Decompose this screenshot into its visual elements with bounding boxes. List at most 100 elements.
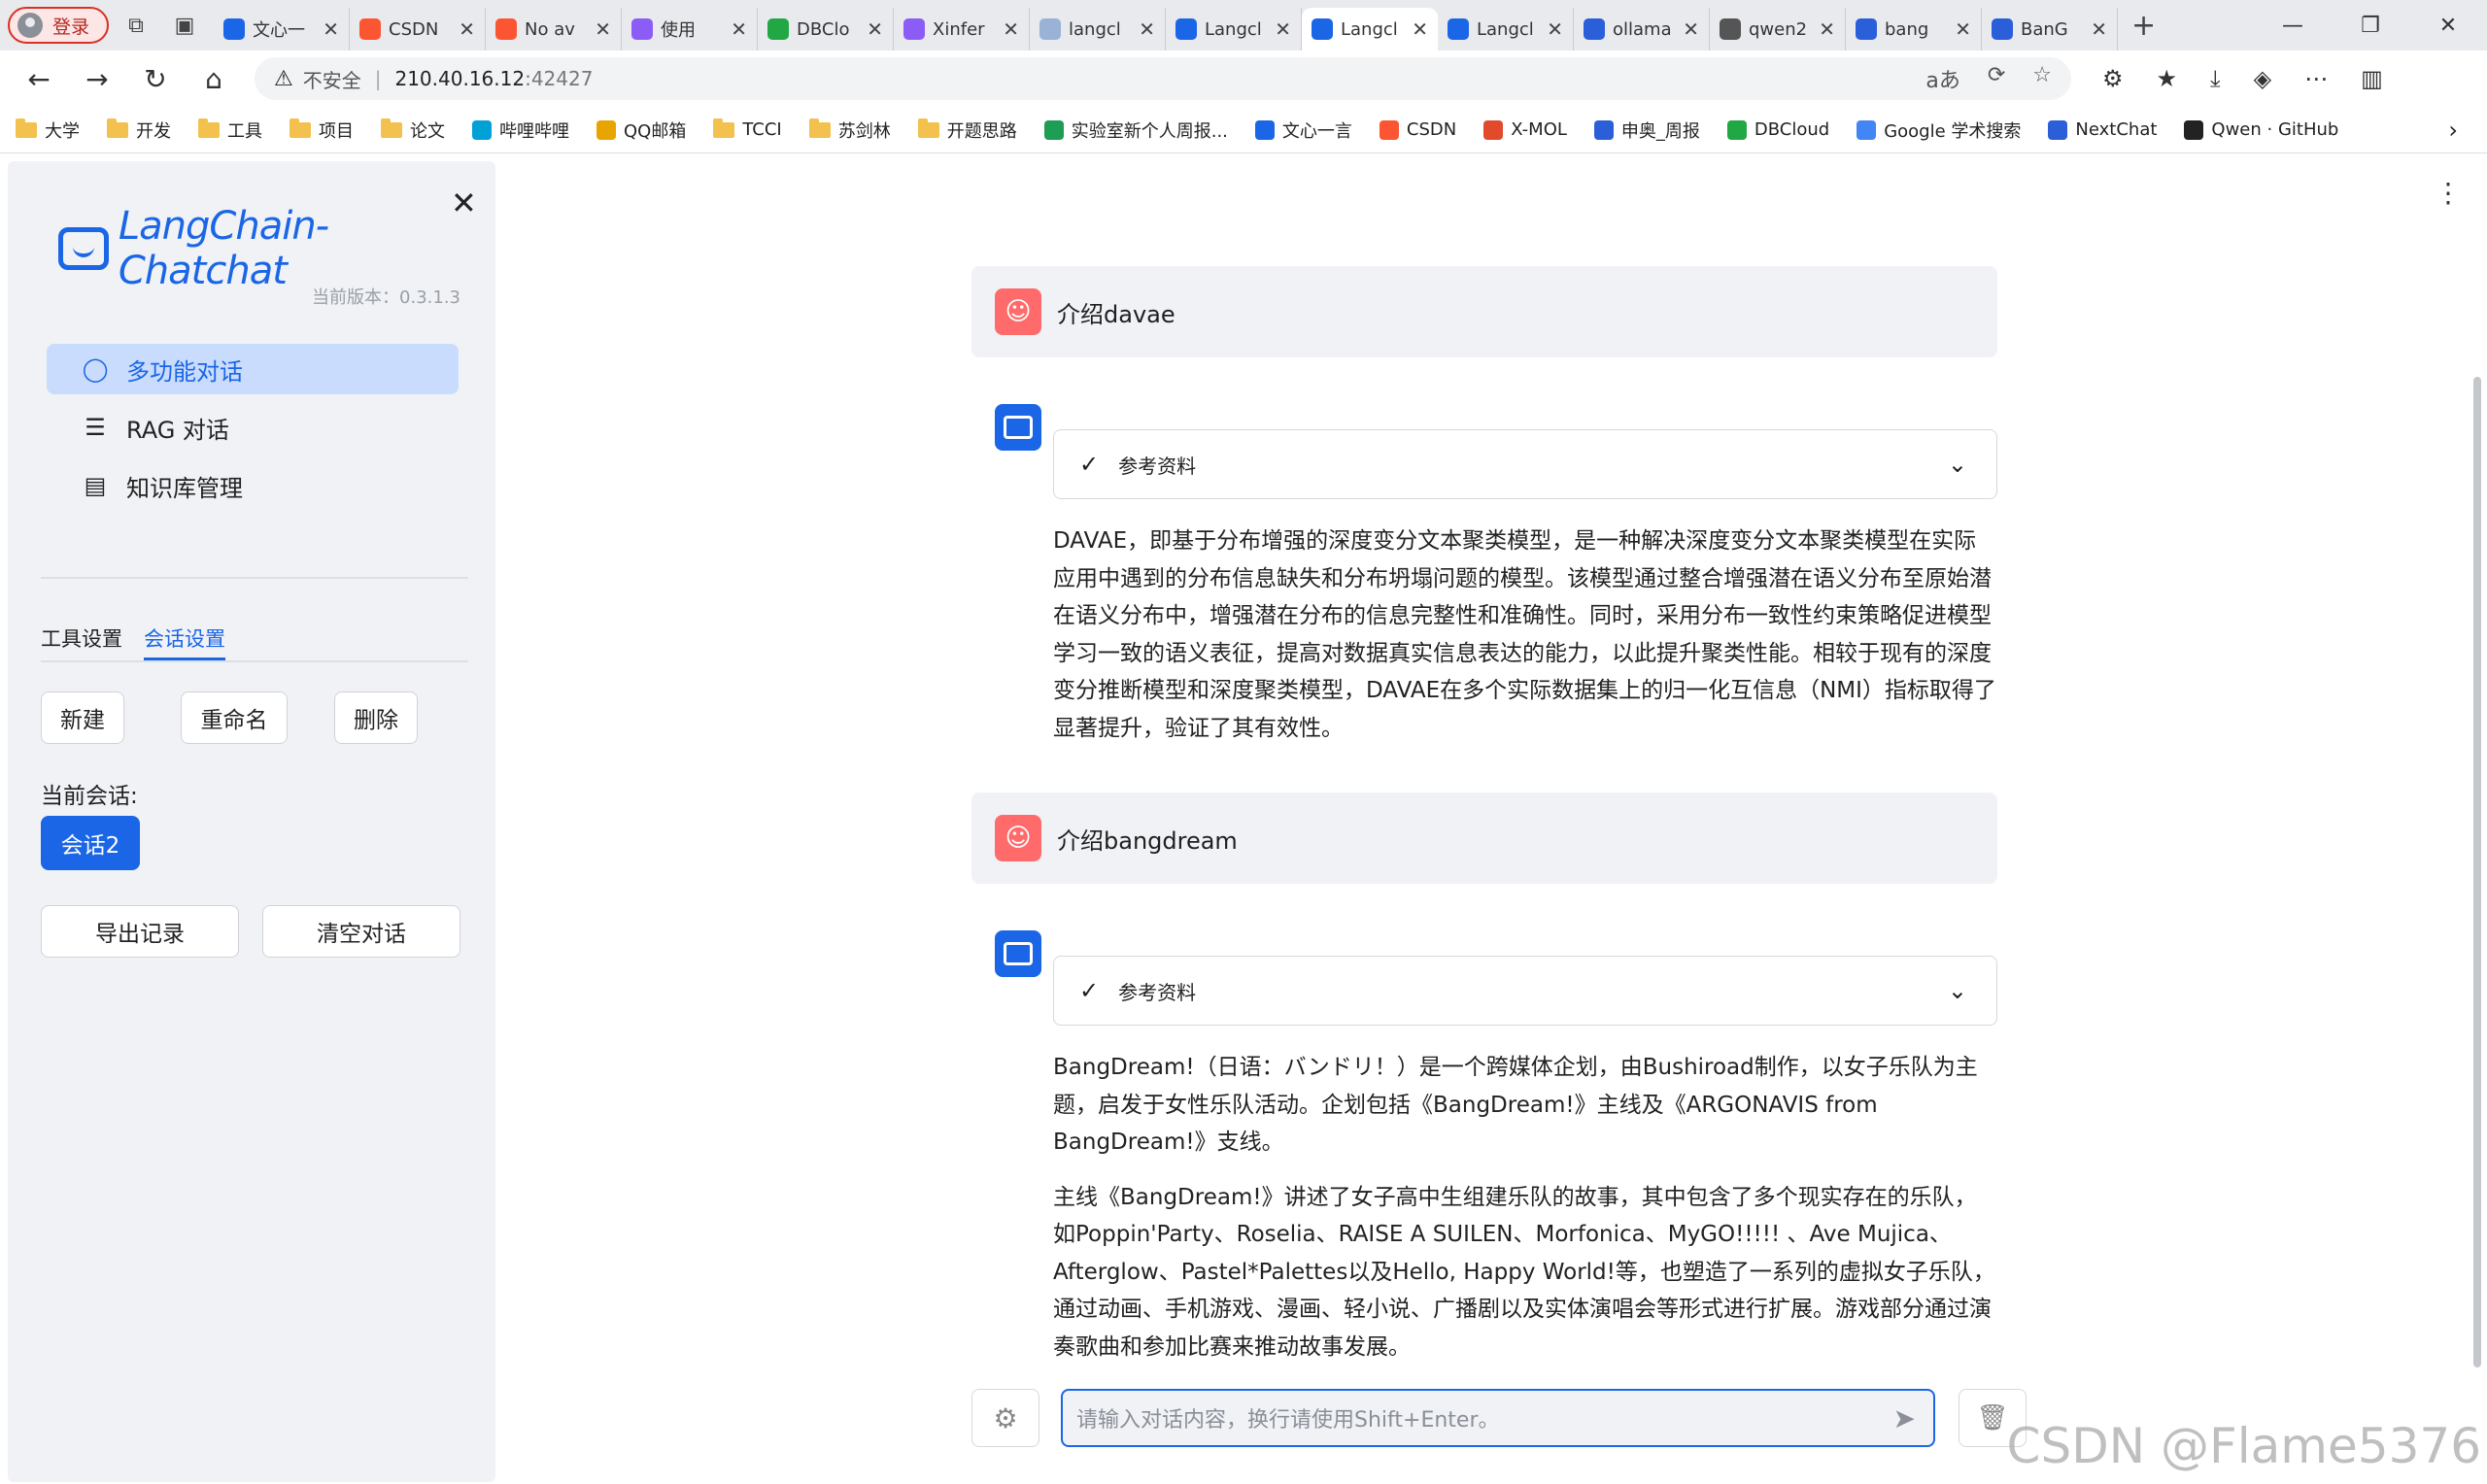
close-tab-icon[interactable]: ✕ — [1003, 17, 1019, 41]
browser-tab[interactable]: 文心一 ✕ — [214, 8, 350, 51]
close-tab-icon[interactable]: ✕ — [459, 17, 475, 41]
close-tab-icon[interactable]: ✕ — [1955, 17, 1971, 41]
references-expander[interactable]: ✓ 参考资料 ⌄ — [1053, 429, 1997, 499]
folder-icon — [917, 118, 939, 138]
bookmark-item[interactable]: Qwen · GitHub — [2184, 119, 2338, 140]
bookmark-item[interactable]: 文心一言 — [1254, 118, 1352, 143]
close-tab-icon[interactable]: ✕ — [323, 17, 339, 41]
delete-session-button[interactable]: 删除 — [334, 691, 418, 744]
bookmark-item[interactable]: 项目 — [290, 118, 354, 143]
bookmark-item[interactable]: 哔哩哔哩 — [472, 118, 569, 143]
bookmark-item[interactable]: TCCI — [713, 118, 782, 140]
browser-tab[interactable]: langcl ✕ — [1030, 8, 1166, 51]
bookmark-item[interactable]: 实验室新个人周报... — [1043, 118, 1228, 143]
bookmark-item[interactable]: 开题思路 — [917, 118, 1017, 143]
browser-tab[interactable]: Langcl ✕ — [1302, 8, 1438, 51]
bookmark-item[interactable]: 开发 — [107, 118, 171, 143]
close-tab-icon[interactable]: ✕ — [595, 17, 611, 41]
restore-icon[interactable]: ❐ — [2332, 0, 2409, 51]
back-icon[interactable]: ← — [10, 51, 68, 107]
more-bookmarks-icon[interactable]: › — [2448, 117, 2458, 144]
close-tab-icon[interactable]: ✕ — [731, 17, 747, 41]
tab-title: No av — [525, 18, 575, 40]
bookmark-item[interactable]: 工具 — [198, 118, 262, 143]
bookmark-item[interactable]: CSDN — [1379, 119, 1456, 140]
minimize-icon[interactable]: — — [2254, 0, 2332, 51]
browser-tab[interactable]: CSDN ✕ — [350, 8, 486, 51]
url-field[interactable]: ⚠ 不安全 | 210.40.16.12 :42427 aあ ⟳ ☆ — [255, 57, 2071, 100]
clear-chat-button[interactable]: 清空对话 — [262, 905, 460, 958]
folder-icon — [107, 118, 128, 138]
logo-text: LangChain-Chatchat — [118, 204, 329, 293]
browser-tab[interactable]: Langcl ✕ — [1166, 8, 1302, 51]
folder-icon — [16, 118, 37, 138]
bookmark-label: Google 学术搜索 — [1884, 120, 2022, 142]
sidebar-menu-item[interactable]: ☰ RAG 对话 — [47, 402, 459, 453]
close-tab-icon[interactable]: ✕ — [867, 17, 883, 41]
sidebar-menu-item[interactable]: ▤ 知识库管理 — [47, 460, 459, 511]
export-button[interactable]: 导出记录 — [41, 905, 239, 958]
tab-favicon-icon — [495, 18, 517, 40]
browser-tab[interactable]: DBClo ✕ — [758, 8, 894, 51]
bookmark-favicon-icon — [1254, 119, 1275, 140]
browser-tab[interactable]: Xinfer ✕ — [894, 8, 1030, 51]
close-tab-icon[interactable]: ✕ — [2091, 17, 2107, 41]
read-aloud-icon[interactable]: aあ — [1925, 63, 1959, 94]
tab-tool-settings[interactable]: 工具设置 — [41, 624, 122, 660]
close-window-icon[interactable]: ✕ — [2409, 0, 2487, 51]
session-item[interactable]: 会话2 — [41, 816, 140, 870]
bookmark-item[interactable]: DBCloud — [1726, 119, 1829, 140]
close-tab-icon[interactable]: ✕ — [1683, 17, 1699, 41]
tab-actions-icon[interactable]: ▣ — [163, 4, 206, 47]
rename-session-button[interactable]: 重命名 — [181, 691, 288, 744]
browser-tab[interactable]: Langcl ✕ — [1438, 8, 1574, 51]
favorites-icon[interactable]: ★ — [2157, 65, 2178, 92]
profile-button[interactable]: 登录 — [8, 7, 109, 44]
bookmark-item[interactable]: X-MOL — [1483, 119, 1567, 140]
collections-icon[interactable]: ⧉ — [115, 4, 157, 47]
sidebar-toggle-icon[interactable]: ▥ — [2361, 65, 2383, 92]
browser-tab[interactable]: BanG ✕ — [1982, 8, 2118, 51]
chat-input[interactable]: 请输入对话内容，换行请使用Shift+Enter。 ➤ — [1061, 1389, 1935, 1447]
bookmark-item[interactable]: Google 学术搜索 — [1857, 118, 2021, 143]
sidebar-menu-item[interactable]: ◯ 多功能对话 — [47, 344, 459, 394]
app-menu-icon[interactable]: ⋮ — [2435, 177, 2462, 209]
bookmark-label: TCCI — [742, 119, 782, 140]
new-tab-button[interactable]: + — [2131, 9, 2156, 43]
close-tab-icon[interactable]: ✕ — [1412, 17, 1428, 41]
browser-tab[interactable]: qwen2 ✕ — [1710, 8, 1846, 51]
settings-gear-icon[interactable]: ⚙ — [971, 1389, 1039, 1447]
downloads-icon[interactable]: ⤓ — [2210, 65, 2221, 92]
bookmark-item[interactable]: 大学 — [16, 118, 80, 143]
more-menu-icon[interactable]: ⋯ — [2304, 65, 2328, 92]
reload-icon[interactable]: ↻ — [126, 51, 185, 107]
browser-tab[interactable]: bang ✕ — [1846, 8, 1982, 51]
browser-tab[interactable]: 使用 ✕ — [622, 8, 758, 51]
bookmark-item[interactable]: 论文 — [381, 118, 445, 143]
close-tab-icon[interactable]: ✕ — [1547, 17, 1563, 41]
favorite-star-icon[interactable]: ☆ — [2032, 63, 2052, 94]
copilot-icon[interactable]: ◈ — [2254, 65, 2271, 92]
bookmark-item[interactable]: 申奥_周报 — [1593, 118, 1700, 143]
close-tab-icon[interactable]: ✕ — [1819, 17, 1835, 41]
browser-tab[interactable]: ollama ✕ — [1574, 8, 1710, 51]
close-sidebar-icon[interactable]: ✕ — [451, 185, 477, 221]
close-tab-icon[interactable]: ✕ — [1275, 17, 1291, 41]
tab-session-settings[interactable]: 会话设置 — [144, 624, 225, 660]
bookmark-item[interactable]: NextChat — [2048, 119, 2157, 140]
translate-icon[interactable]: ⟳ — [1988, 63, 2005, 94]
references-expander[interactable]: ✓ 参考资料 ⌄ — [1053, 956, 1997, 1026]
scrollbar[interactable] — [2473, 377, 2481, 1367]
bookmark-label: 工具 — [227, 120, 262, 142]
bookmark-favicon-icon — [2048, 119, 2068, 140]
url-port: :42427 — [525, 67, 594, 90]
extensions-icon[interactable]: ⚙ — [2102, 65, 2124, 92]
home-icon[interactable]: ⌂ — [185, 51, 243, 107]
close-tab-icon[interactable]: ✕ — [1139, 17, 1155, 41]
send-icon[interactable]: ➤ — [1893, 1402, 1916, 1434]
browser-tab[interactable]: No av ✕ — [486, 8, 622, 51]
new-session-button[interactable]: 新建 — [41, 691, 124, 744]
forward-icon[interactable]: → — [68, 51, 126, 107]
bookmark-item[interactable]: 苏剑林 — [808, 118, 891, 143]
bookmark-item[interactable]: QQ邮箱 — [596, 118, 686, 143]
